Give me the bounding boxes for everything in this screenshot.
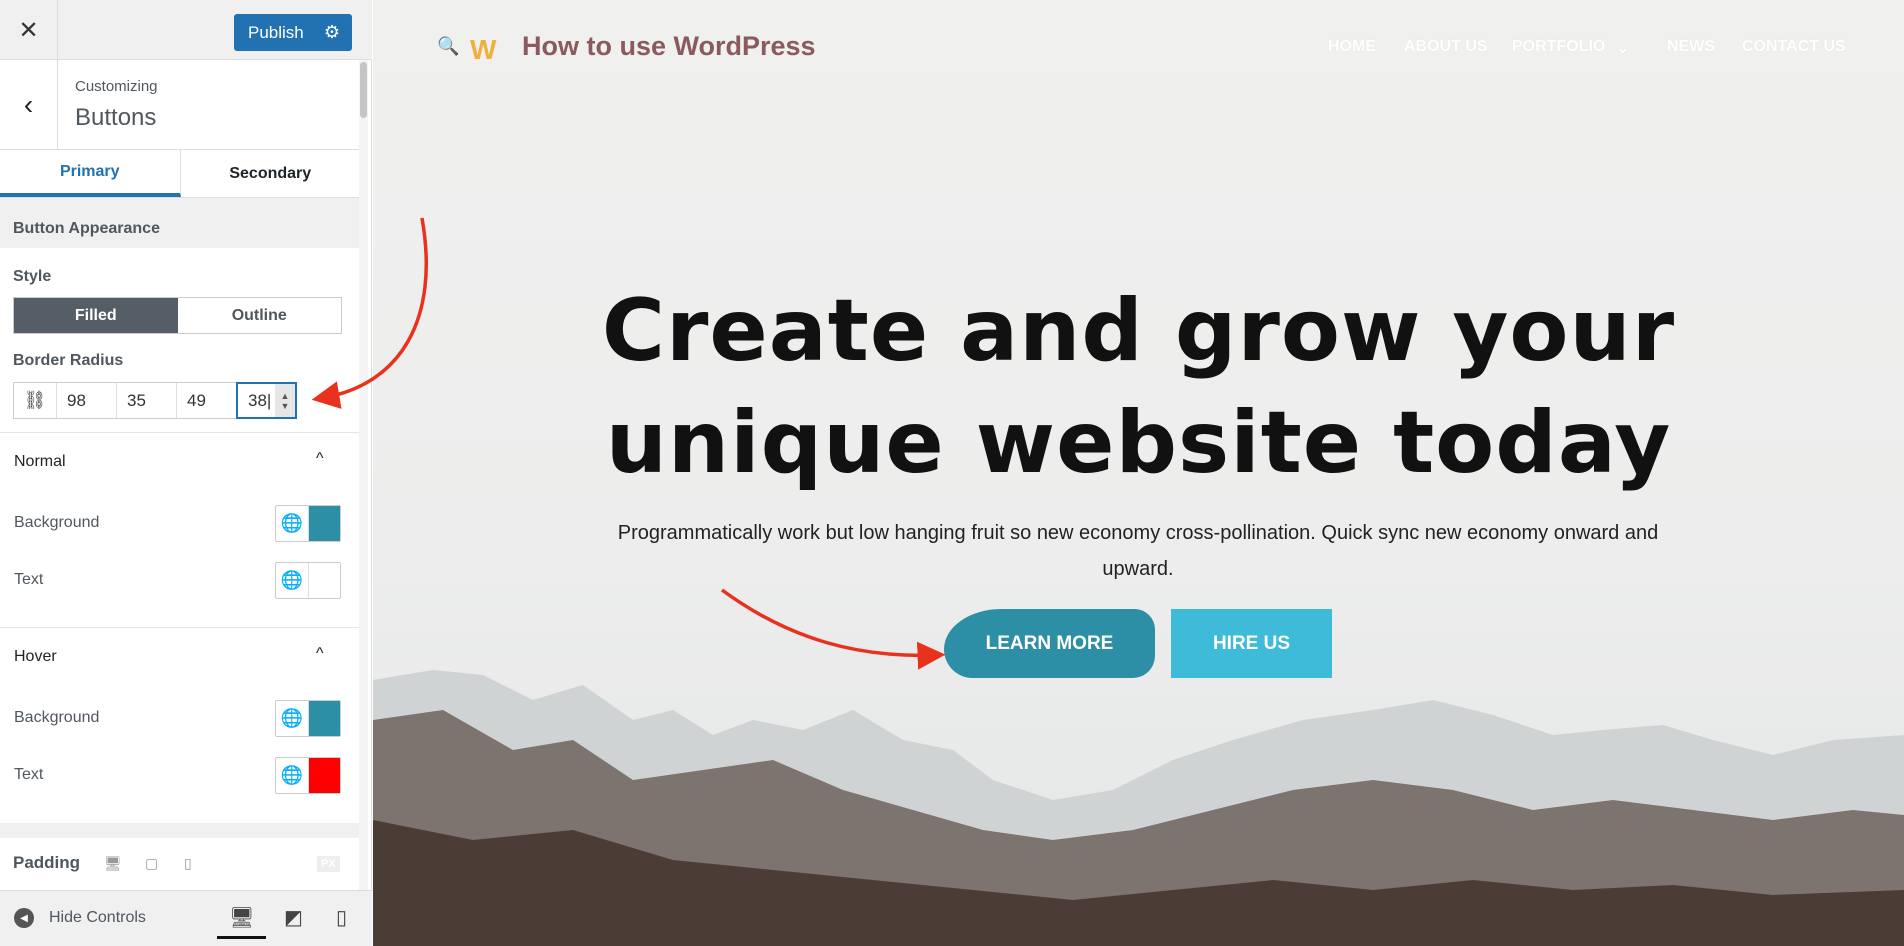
hover-text-label: Text bbox=[14, 766, 44, 783]
normal-group-title: Normal bbox=[14, 453, 66, 470]
customizer-topbar: ✕ Publish ⚙ bbox=[0, 0, 372, 60]
section-title: Buttons bbox=[75, 104, 157, 131]
hover-background-swatch[interactable]: 🌐 bbox=[275, 700, 341, 737]
style-outline-button[interactable]: Outline bbox=[178, 298, 342, 333]
color-swatch[interactable] bbox=[309, 506, 340, 541]
chevron-up-icon[interactable]: ^ bbox=[316, 645, 324, 663]
hero-paragraph: Programmatically work but low hanging fr… bbox=[617, 522, 1659, 580]
nav-news[interactable]: NEWS bbox=[1667, 38, 1715, 56]
radius-top-right-input[interactable]: 35 bbox=[117, 383, 177, 418]
border-radius-label: Border Radius bbox=[13, 352, 124, 369]
divider bbox=[0, 432, 360, 433]
customizer-footer: ◀ Hide Controls 🖥 ◩ ▯ bbox=[0, 890, 372, 946]
normal-background-swatch[interactable]: 🌐 bbox=[275, 505, 341, 542]
section-header: ‹ Customizing Buttons bbox=[0, 60, 360, 150]
hire-us-button[interactable]: HIRE US bbox=[1171, 609, 1332, 678]
hide-controls-button[interactable]: ◀ Hide Controls bbox=[14, 908, 146, 928]
hover-background-label: Background bbox=[14, 709, 100, 726]
mobile-icon[interactable]: ▯ bbox=[184, 855, 192, 872]
mountain-image bbox=[373, 670, 1904, 946]
tablet-icon[interactable]: ▢ bbox=[145, 855, 158, 872]
globe-icon[interactable]: 🌐 bbox=[276, 563, 309, 598]
customizer-sidebar: ✕ Publish ⚙ ‹ Customizing Buttons Primary… bbox=[0, 0, 372, 946]
gear-icon[interactable]: ⚙ bbox=[324, 22, 340, 43]
padding-label: Padding bbox=[13, 853, 81, 872]
publish-button[interactable]: Publish ⚙ bbox=[234, 14, 352, 51]
preview-tablet-button[interactable]: ◩ bbox=[284, 905, 303, 930]
style-filled-button[interactable]: Filled bbox=[14, 298, 178, 333]
desktop-icon[interactable]: 🖥 bbox=[104, 855, 122, 872]
hover-group-title: Hover bbox=[14, 648, 57, 665]
unit-badge[interactable]: PX bbox=[317, 856, 340, 872]
globe-icon[interactable]: 🌐 bbox=[276, 506, 309, 541]
back-button[interactable]: ‹ bbox=[0, 60, 58, 150]
style-toggle: Filled Outline bbox=[13, 297, 342, 334]
radius-top-left-input[interactable]: 98 bbox=[57, 383, 117, 418]
color-swatch[interactable] bbox=[309, 758, 340, 793]
appearance-heading: Button Appearance bbox=[0, 198, 360, 248]
close-button[interactable]: ✕ bbox=[0, 0, 58, 60]
close-icon: ✕ bbox=[18, 16, 39, 44]
search-icon[interactable]: 🔍 bbox=[437, 36, 459, 57]
site-preview: 🔍 W How to use WordPress HOME ABOUT US P… bbox=[373, 0, 1904, 946]
customizing-label: Customizing bbox=[75, 78, 158, 95]
divider bbox=[0, 627, 360, 628]
chevron-left-icon: ‹ bbox=[23, 89, 34, 120]
divider bbox=[0, 823, 360, 838]
normal-text-label: Text bbox=[14, 571, 44, 588]
nav-about-us[interactable]: ABOUT US bbox=[1404, 38, 1488, 56]
radius-bottom-right-input[interactable]: 49 bbox=[177, 383, 237, 418]
collapse-icon: ◀ bbox=[14, 908, 34, 928]
nav-home[interactable]: HOME bbox=[1328, 38, 1376, 56]
tabs: Primary Secondary bbox=[0, 150, 360, 198]
hover-text-swatch[interactable]: 🌐 bbox=[275, 757, 341, 794]
unlink-icon[interactable]: ⛓ bbox=[14, 383, 57, 418]
color-swatch[interactable] bbox=[309, 563, 340, 598]
scrollbar-track[interactable] bbox=[359, 60, 368, 890]
globe-icon[interactable]: 🌐 bbox=[276, 701, 309, 736]
style-label: Style bbox=[13, 268, 52, 285]
number-stepper[interactable]: ▲ ▼ bbox=[275, 384, 295, 417]
tab-secondary[interactable]: Secondary bbox=[181, 150, 361, 197]
color-swatch[interactable] bbox=[309, 701, 340, 736]
normal-background-label: Background bbox=[14, 514, 100, 531]
preview-desktop-button[interactable]: 🖥 bbox=[217, 905, 267, 939]
globe-icon[interactable]: 🌐 bbox=[276, 758, 309, 793]
hero-heading: Create and grow your unique website today bbox=[601, 281, 1676, 493]
site-logo[interactable]: W bbox=[470, 34, 496, 66]
border-radius-inputs: ⛓ 98 35 49 38 | ▲ ▼ bbox=[13, 382, 297, 419]
site-title[interactable]: How to use WordPress bbox=[522, 31, 816, 62]
nav-portfolio[interactable]: PORTFOLIO bbox=[1512, 38, 1605, 56]
scrollbar-thumb[interactable] bbox=[360, 62, 367, 118]
preview-mobile-button[interactable]: ▯ bbox=[336, 905, 347, 930]
learn-more-button[interactable]: LEARN MORE bbox=[944, 609, 1155, 678]
normal-text-swatch[interactable]: 🌐 bbox=[275, 562, 341, 599]
radius-bottom-left-input[interactable]: 38 | ▲ ▼ bbox=[236, 382, 297, 419]
chevron-up-icon[interactable]: ^ bbox=[316, 450, 324, 468]
tab-primary[interactable]: Primary bbox=[0, 150, 181, 197]
nav-contact-us[interactable]: CONTACT US bbox=[1742, 38, 1846, 56]
chevron-down-icon[interactable]: ⌄ bbox=[1616, 38, 1629, 58]
